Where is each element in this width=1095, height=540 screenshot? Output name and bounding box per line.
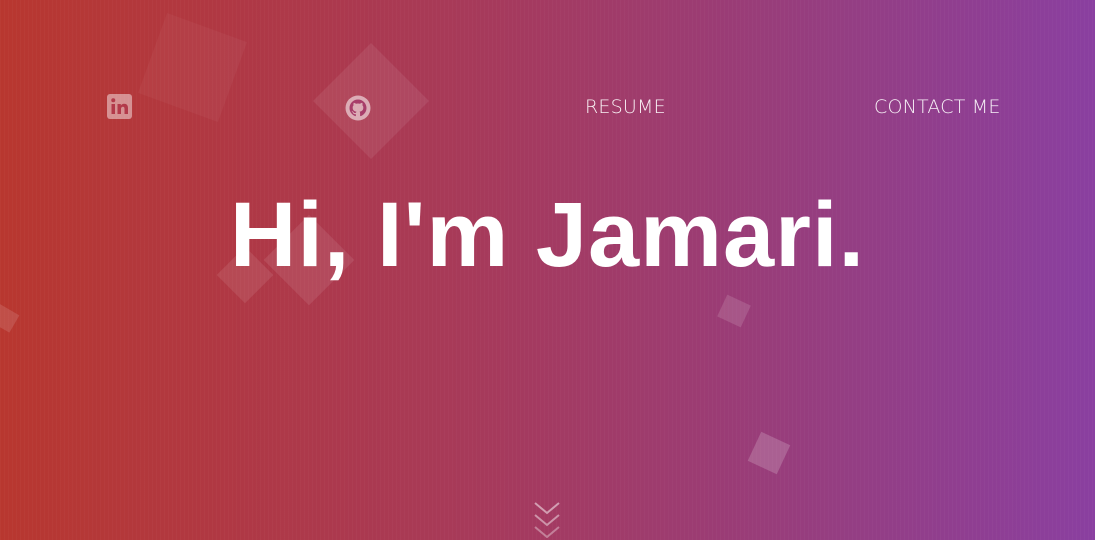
decorative-diamond — [313, 43, 429, 159]
decorative-square — [717, 294, 751, 328]
decorative-square — [747, 431, 791, 475]
hero-title: Hi, I'm Jamari. — [229, 184, 866, 286]
double-chevron-down-icon — [534, 502, 560, 539]
github-link[interactable] — [345, 95, 371, 121]
contact-me-link[interactable]: CONTACT ME — [874, 96, 1001, 118]
decorative-square — [138, 13, 247, 122]
linkedin-link[interactable] — [107, 94, 132, 119]
linkedin-icon — [107, 94, 132, 119]
resume-link[interactable]: RESUME — [585, 96, 666, 118]
scroll-down-button[interactable] — [532, 498, 562, 539]
decorative-square — [0, 303, 20, 333]
github-icon — [345, 95, 371, 121]
